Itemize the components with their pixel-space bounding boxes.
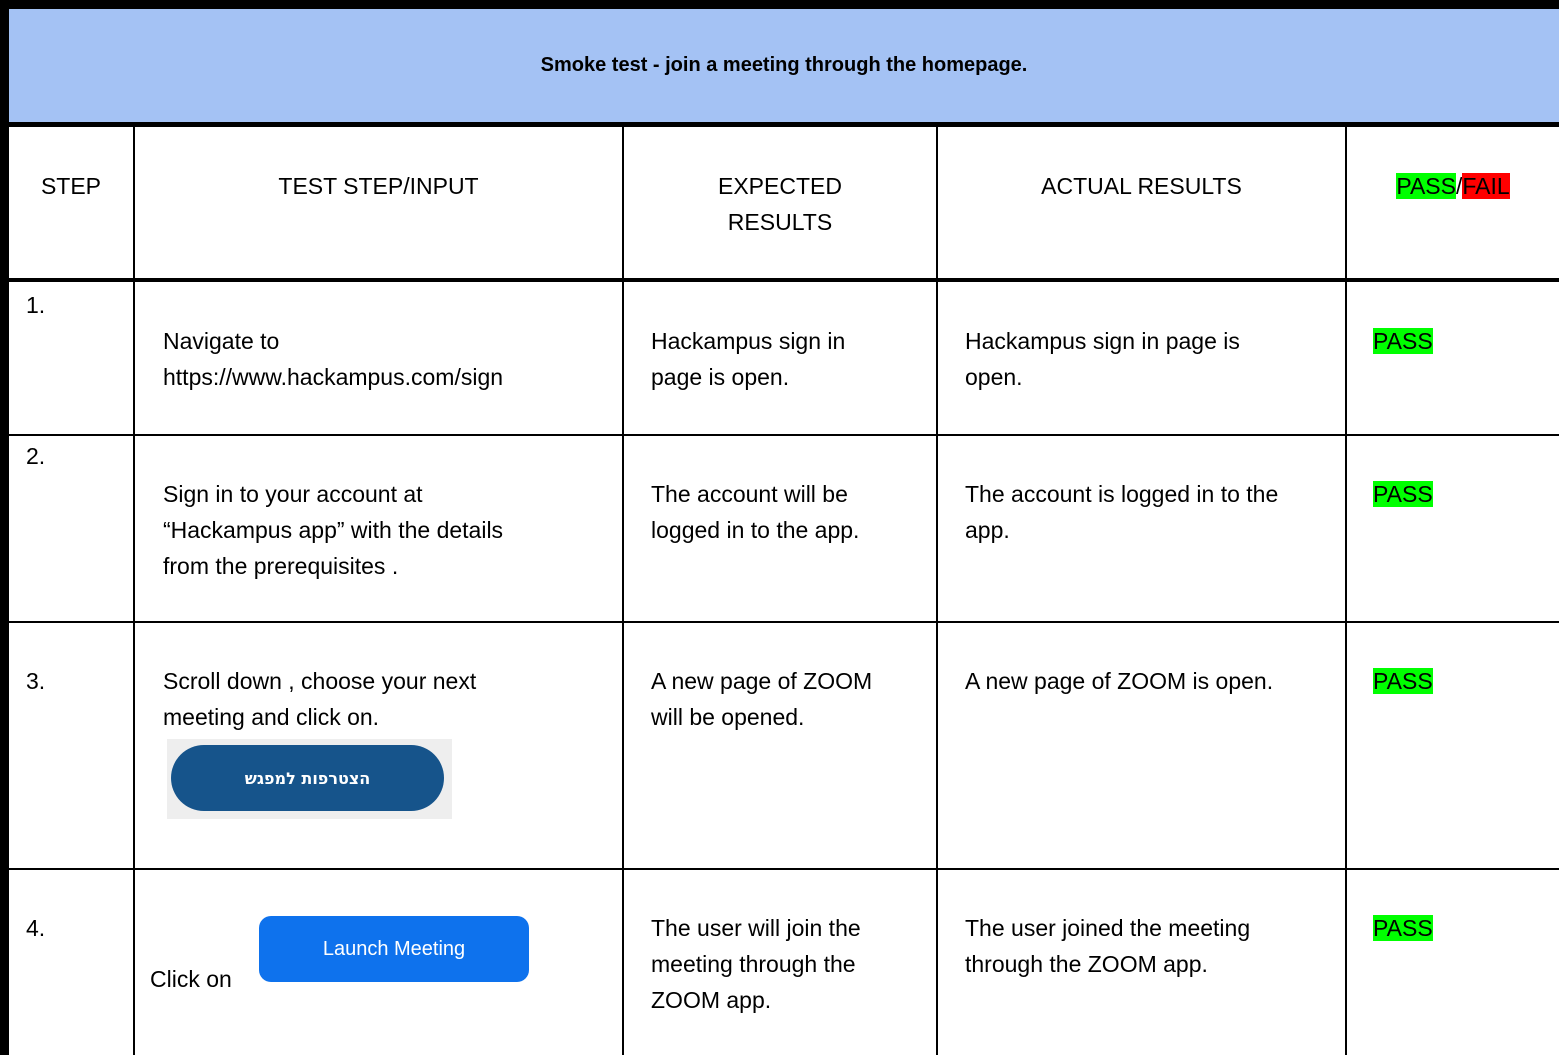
row1-expected: Hackampus sign in page is open. [651, 323, 933, 395]
row3-expected-line-2: will be opened. [651, 704, 805, 730]
row3-bottom-border [0, 868, 1559, 870]
header-actual-label: ACTUAL RESULTS [1041, 173, 1242, 199]
row1-actual-line-1: Hackampus sign in page is [965, 328, 1240, 354]
row3-expected: A new page of ZOOM will be opened. [651, 663, 933, 735]
row4-expected-line-2: meeting through the [651, 951, 856, 977]
row2-step-number: 2. [26, 443, 46, 469]
row2-result: PASS [1373, 476, 1433, 512]
row3-result: PASS [1373, 663, 1433, 699]
row2-expected: The account will be logged in to the app… [651, 476, 933, 548]
row2-actual-line-2: app. [965, 517, 1010, 543]
row4-expected: The user will join the meeting through t… [651, 910, 933, 1018]
col-divider-4 [1345, 127, 1347, 1055]
row2-step: 2. [26, 438, 45, 474]
row1-expected-line-2: page is open. [651, 364, 790, 390]
header-fail-label: FAIL [1462, 173, 1510, 199]
row1-input-line-2: https://www.hackampus.com/sign [163, 364, 504, 390]
row2-input: Sign in to your account at “Hackampus ap… [163, 476, 618, 584]
row2-input-line-1: Sign in to your account at [163, 481, 423, 507]
row3-expected-line-1: A new page of ZOOM [651, 668, 873, 694]
header-expected-line-1: EXPECTED [718, 173, 842, 199]
row1-expected-line-1: Hackampus sign in [651, 328, 846, 354]
row3-input: Scroll down , choose your next meeting a… [163, 663, 618, 735]
row1-step-number: 1. [26, 292, 46, 318]
row1-actual-line-2: open. [965, 364, 1023, 390]
table-title-bar: Smoke test - join a meeting through the … [0, 0, 1559, 127]
row2-input-line-3: from the prerequisites . [163, 553, 399, 579]
row2-expected-line-1: The account will be [651, 481, 848, 507]
row4-step-number: 4. [26, 915, 46, 941]
row2-actual: The account is logged in to the app. [965, 476, 1343, 548]
row2-input-line-2: “Hackampus app” with the details [163, 517, 504, 543]
header-input: TEST STEP/INPUT [135, 168, 622, 204]
col-divider-2 [622, 127, 624, 1055]
header-step-label: STEP [40, 173, 102, 199]
row4-step: 4. [26, 910, 45, 946]
row3-input-line-1: Scroll down , choose your next [163, 668, 477, 694]
row4-expected-line-1: The user will join the [651, 915, 861, 941]
left-border [0, 0, 9, 1055]
header-actual: ACTUAL RESULTS [938, 168, 1345, 204]
row3-pass-badge: PASS [1373, 668, 1433, 694]
row3-actual-line-1: A new page of ZOOM is open. [965, 668, 1274, 694]
row2-actual-line-1: The account is logged in to the [965, 481, 1279, 507]
header-pass-label: PASS [1396, 173, 1456, 199]
row1-input: Navigate to https://www.hackampus.com/si… [163, 323, 618, 395]
header-bottom-border [0, 278, 1559, 282]
row3-input-line-2: meeting and click on. [163, 704, 380, 730]
header-input-label: TEST STEP/INPUT [278, 173, 479, 199]
row4-pass-badge: PASS [1373, 915, 1433, 941]
col-divider-3 [936, 127, 938, 1055]
row4-expected-line-3: ZOOM app. [651, 987, 772, 1013]
row4-actual-line-1: The user joined the meeting [965, 915, 1251, 941]
header-step: STEP [9, 168, 133, 204]
row2-bottom-border [0, 621, 1559, 623]
row1-step: 1. [26, 287, 45, 323]
row4-actual: The user joined the meeting through the … [965, 910, 1343, 982]
row3-step: 3. [26, 663, 45, 699]
row1-pass-badge: PASS [1373, 328, 1433, 354]
row4-actual-line-2: through the ZOOM app. [965, 951, 1208, 977]
join-meeting-button-screenshot: הצטרפות למפגש [167, 739, 452, 819]
row1-bottom-border [0, 434, 1559, 436]
header-pass-fail: PASS/FAIL [1347, 168, 1559, 204]
row1-actual: Hackampus sign in page is open. [965, 323, 1343, 395]
row4-input-prefix: Click on [150, 961, 232, 997]
row3-actual: A new page of ZOOM is open. [965, 663, 1343, 699]
join-meeting-button[interactable]: הצטרפות למפגש [171, 745, 444, 811]
row1-input-line-1: Navigate to [163, 328, 280, 354]
row2-pass-badge: PASS [1373, 481, 1433, 507]
test-case-table: Smoke test - join a meeting through the … [0, 0, 1559, 1055]
row2-expected-line-2: logged in to the app. [651, 517, 860, 543]
header-expected-line-2: RESULTS [727, 209, 833, 235]
row4-result: PASS [1373, 910, 1433, 946]
col-divider-1 [133, 127, 135, 1055]
row1-result: PASS [1373, 323, 1433, 359]
header-expected: EXPECTED RESULTS [624, 168, 936, 240]
row3-step-number: 3. [26, 668, 46, 694]
row4-click-on-label: Click on [150, 966, 232, 992]
table-title: Smoke test - join a meeting through the … [540, 54, 1028, 76]
launch-meeting-button[interactable]: Launch Meeting [259, 916, 529, 982]
